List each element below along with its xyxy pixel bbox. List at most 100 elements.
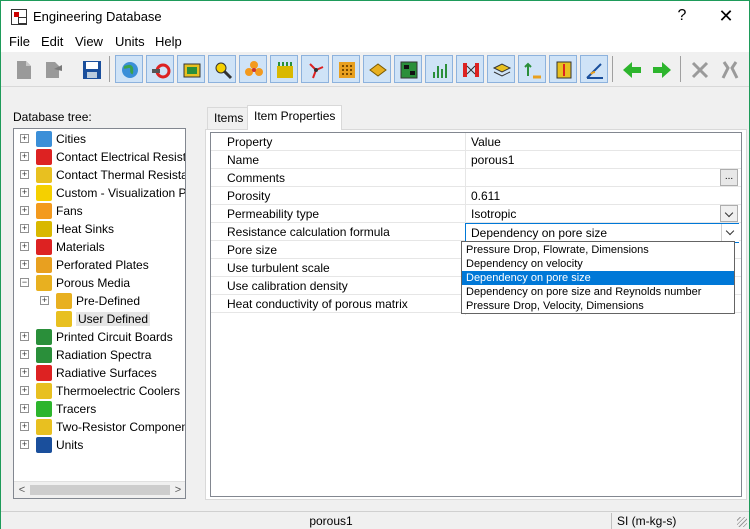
expand-icon[interactable]: + [20,422,29,431]
tree-item[interactable]: + Heat Sinks [14,220,185,238]
cities-button[interactable] [115,55,143,83]
tree-item[interactable]: + Tracers [14,400,185,418]
tree-item[interactable]: + Pre-Defined [14,292,185,310]
heat-sinks-button[interactable] [270,55,298,83]
pcb-button[interactable] [394,55,422,83]
resistance-formula-dropdown-list[interactable]: Pressure Drop, Flowrate, Dimensions Depe… [461,241,735,314]
porous-media-button[interactable] [363,55,391,83]
tree-item[interactable]: + Cities [14,130,185,148]
thermoelectric-button[interactable] [487,55,515,83]
units-button[interactable] [580,55,608,83]
property-value[interactable]: Isotropic [471,207,516,221]
two-resistor-button[interactable] [549,55,577,83]
contact-electrical-button[interactable] [146,55,174,83]
tree-item[interactable]: + Materials [14,238,185,256]
property-value[interactable]: porous1 [471,153,514,167]
expand-icon[interactable]: + [20,332,29,341]
scroll-thumb[interactable] [30,485,170,495]
tree-item[interactable]: − Porous Media [14,274,185,292]
expand-icon[interactable]: + [20,440,29,449]
expand-icon[interactable]: + [20,206,29,215]
expand-icon[interactable]: + [20,224,29,233]
tree-item[interactable]: + Contact Thermal Resistanc [14,166,185,184]
collapse-icon[interactable]: − [20,278,29,287]
expand-icon[interactable]: + [20,260,29,269]
radiation-spectra-icon [36,347,52,363]
forward-button[interactable] [647,55,675,83]
expand-icon[interactable]: + [20,188,29,197]
tree-item[interactable]: + Units [14,436,185,454]
property-row-comments[interactable]: Comments ... [211,169,741,187]
radiation-spectra-button[interactable] [425,55,453,83]
dropdown-option[interactable]: Dependency on velocity [462,257,734,271]
resize-grip[interactable] [737,517,747,527]
tree-item[interactable]: User Defined [14,310,185,328]
expand-icon[interactable]: + [20,386,29,395]
expand-icon[interactable]: + [20,368,29,377]
property-row-porosity[interactable]: Porosity 0.611 [211,187,741,205]
back-button[interactable] [617,55,645,83]
dropdown-option[interactable]: Pressure Drop, Flowrate, Dimensions [462,243,734,257]
tab-items[interactable]: Items [207,107,251,129]
dropdown-option-selected[interactable]: Dependency on pore size [462,271,734,285]
tree-item[interactable]: + Fans [14,202,185,220]
chevron-down-icon[interactable] [721,224,739,242]
menu-file[interactable]: File [9,34,30,49]
property-row-permeability-type[interactable]: Permeability type Isotropic [211,205,741,223]
chevron-down-icon[interactable] [720,205,738,222]
expand-icon[interactable]: + [20,242,29,251]
visualization-button[interactable] [208,55,236,83]
radiative-surface-icon [36,365,52,381]
tree-item[interactable]: + Radiation Spectra [14,346,185,364]
tree-item[interactable]: + Two-Resistor Components [14,418,185,436]
fans-button[interactable] [239,55,267,83]
tree-item[interactable]: + Printed Circuit Boards [14,328,185,346]
tree-item[interactable]: + Thermoelectric Coolers [14,382,185,400]
property-value[interactable]: 0.611 [471,189,500,203]
status-bar: porous1 SI (m-kg-s) [1,511,749,529]
menu-view[interactable]: View [75,34,103,49]
new-document-button[interactable] [9,55,37,83]
expand-icon[interactable]: + [20,404,29,413]
contact-thermal-button[interactable] [177,55,205,83]
expand-icon[interactable]: + [20,152,29,161]
materials-icon [36,239,52,255]
dropdown-option[interactable]: Dependency on pore size and Reynolds num… [462,285,734,299]
save-button[interactable] [77,55,105,83]
comments-ellipsis-button[interactable]: ... [720,169,738,186]
scroll-right-arrow[interactable]: > [171,483,185,497]
tab-item-properties[interactable]: Item Properties [247,105,343,130]
tree-item[interactable]: + Custom - Visualization Para [14,184,185,202]
expand-icon[interactable]: + [20,350,29,359]
perforated-plates-button[interactable] [332,55,360,83]
tree-item[interactable]: + Radiative Surfaces [14,364,185,382]
combobox-value: Dependency on pore size [471,226,608,240]
tree-item[interactable]: + Perforated Plates [14,256,185,274]
help-button[interactable]: ? [667,5,697,27]
expand-icon[interactable]: + [40,296,49,305]
title-bar[interactable]: Engineering Database ? ✕ [1,1,749,32]
dropdown-option[interactable]: Pressure Drop, Velocity, Dimensions [462,299,734,313]
property-row-name[interactable]: Name porous1 [211,151,741,169]
property-name: Use turbulent scale [227,261,330,275]
database-tree[interactable]: + Cities + Contact Electrical Resistan + Cont… [13,128,186,499]
toolbar-separator [612,56,613,82]
menu-units[interactable]: Units [115,34,145,49]
scroll-left-arrow[interactable]: < [15,483,29,497]
tools-button[interactable] [715,55,743,83]
menu-help[interactable]: Help [155,34,182,49]
tracers-button[interactable] [518,55,546,83]
open-document-button[interactable] [39,55,67,83]
resistance-formula-combobox[interactable]: Dependency on pore size [465,223,739,243]
menu-edit[interactable]: Edit [41,34,63,49]
expand-icon[interactable]: + [20,134,29,143]
tree-item[interactable]: + Contact Electrical Resistan [14,148,185,166]
cut-button[interactable] [685,55,713,83]
close-button[interactable]: ✕ [711,5,741,27]
pcb-icon [36,329,52,345]
radiative-surfaces-button[interactable] [456,55,484,83]
expand-icon[interactable]: + [20,170,29,179]
property-row-resistance-formula[interactable]: Resistance calculation formula Dependenc… [211,223,741,243]
tree-horizontal-scrollbar[interactable]: < > [14,481,185,498]
materials-button[interactable] [301,55,329,83]
